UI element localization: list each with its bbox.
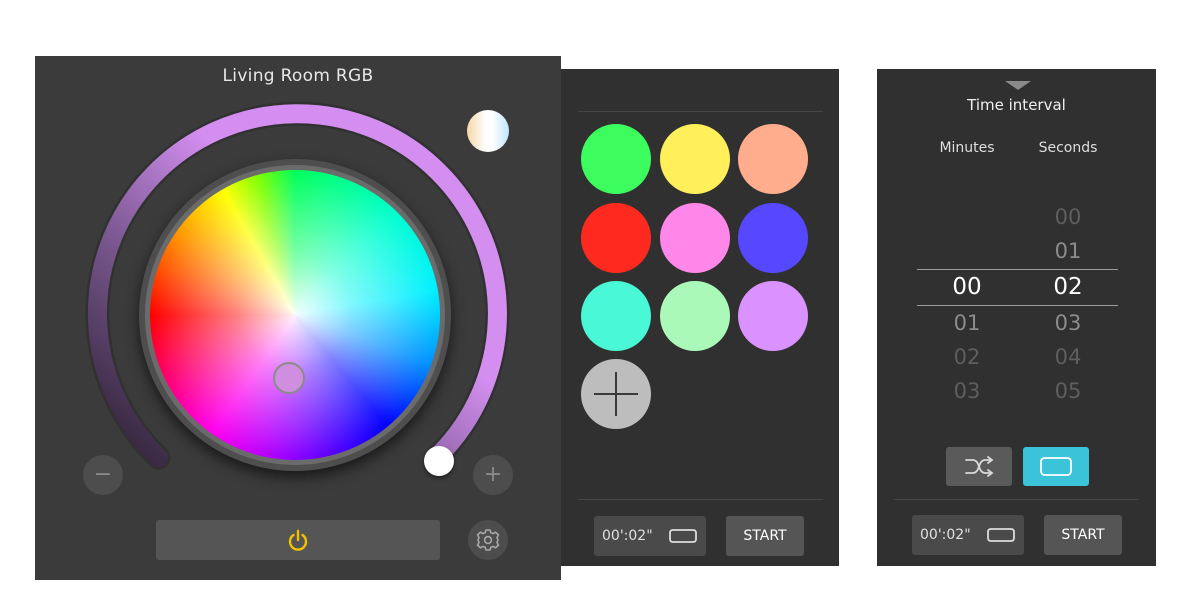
seconds-option[interactable]: 05 xyxy=(1023,379,1113,403)
color-swatch[interactable] xyxy=(738,124,808,194)
start-button[interactable]: START xyxy=(1044,515,1122,555)
loop-icon xyxy=(1040,457,1072,476)
plus-icon xyxy=(594,372,638,416)
seconds-option[interactable]: 03 xyxy=(1023,311,1113,335)
seconds-header: Seconds xyxy=(1038,140,1098,156)
interval-title: Time interval xyxy=(967,96,1066,114)
color-swatch[interactable] xyxy=(581,281,651,351)
color-swatch[interactable] xyxy=(738,203,808,273)
collapse-arrow-icon[interactable] xyxy=(1005,81,1031,90)
settings-button[interactable] xyxy=(468,520,508,560)
minutes-option[interactable]: 01 xyxy=(922,311,1012,335)
brightness-slider-handle[interactable] xyxy=(424,446,454,476)
seconds-selected[interactable]: 02 xyxy=(1023,274,1113,300)
minutes-option[interactable]: 03 xyxy=(922,379,1012,403)
seconds-option[interactable]: 01 xyxy=(1023,239,1113,263)
selection-bottom-line xyxy=(917,305,1118,306)
color-presets-panel: 00':02" START xyxy=(561,69,839,566)
increase-brightness-button[interactable]: + xyxy=(473,455,513,495)
interval-value: 00':02" xyxy=(920,527,971,543)
add-color-button[interactable] xyxy=(581,359,651,429)
start-button[interactable]: START xyxy=(726,516,804,556)
interval-selector[interactable]: 00':02" xyxy=(594,516,706,556)
minutes-option[interactable]: 02 xyxy=(922,345,1012,369)
color-swatch[interactable] xyxy=(660,203,730,273)
selection-top-line xyxy=(917,269,1118,270)
power-button[interactable] xyxy=(156,520,440,560)
minutes-selected[interactable]: 00 xyxy=(922,274,1012,300)
seconds-option[interactable]: 04 xyxy=(1023,345,1113,369)
interval-value: 00':02" xyxy=(602,528,653,544)
rgb-control-panel: Living Room RGB − + xyxy=(35,56,561,580)
gear-icon xyxy=(476,529,500,551)
shuffle-icon xyxy=(965,456,994,477)
color-swatch[interactable] xyxy=(738,281,808,351)
loop-icon xyxy=(987,528,1015,542)
decrease-brightness-button[interactable]: − xyxy=(83,455,123,495)
color-swatch[interactable] xyxy=(581,203,651,273)
loop-icon xyxy=(669,529,697,543)
color-swatch[interactable] xyxy=(660,124,730,194)
bottom-divider xyxy=(578,499,823,500)
color-swatch[interactable] xyxy=(581,124,651,194)
bottom-divider xyxy=(894,499,1139,500)
minutes-header: Minutes xyxy=(939,140,995,156)
color-picker-handle[interactable] xyxy=(273,362,305,394)
top-divider xyxy=(578,111,823,112)
seconds-option[interactable]: 00 xyxy=(1023,205,1113,229)
shuffle-mode-button[interactable] xyxy=(946,447,1012,486)
color-swatch[interactable] xyxy=(660,281,730,351)
power-icon xyxy=(288,529,308,551)
interval-selector[interactable]: 00':02" xyxy=(912,515,1024,555)
time-interval-panel: Time interval Minutes Seconds 00 01 00 0… xyxy=(877,69,1156,566)
loop-mode-button[interactable] xyxy=(1023,447,1089,486)
